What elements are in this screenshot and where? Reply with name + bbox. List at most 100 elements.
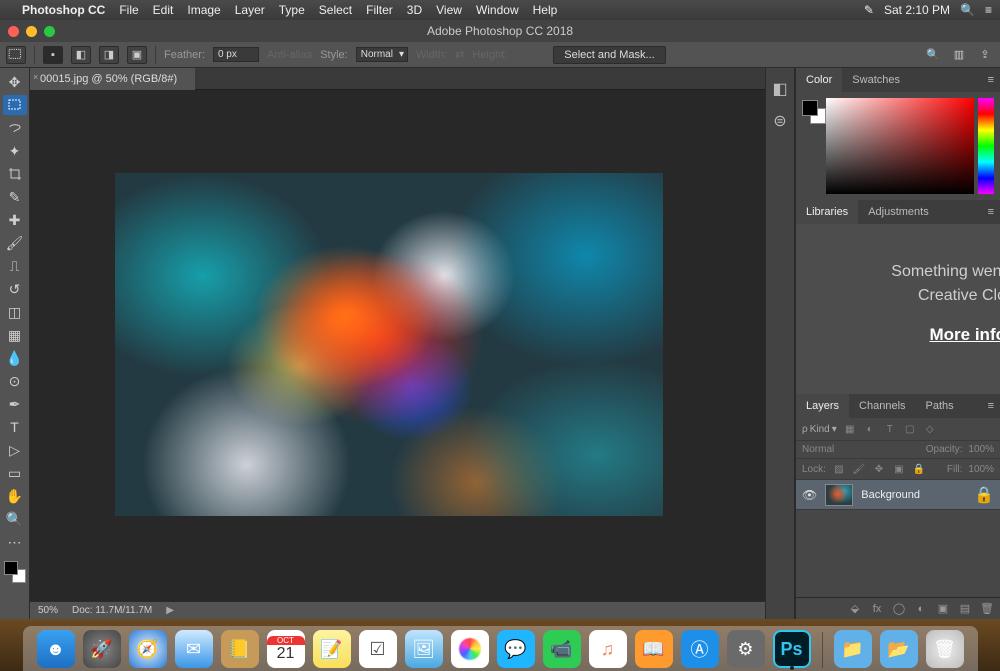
dock-contacts-icon[interactable]: 📒 xyxy=(221,630,259,668)
link-layers-icon[interactable]: ⬙ xyxy=(848,602,862,615)
dock-appstore-icon[interactable]: Ⓐ xyxy=(681,630,719,668)
tab-swatches[interactable]: Swatches xyxy=(842,68,910,92)
panel-menu-icon[interactable]: ≡ xyxy=(982,206,1000,218)
menu-file[interactable]: File xyxy=(119,3,138,17)
edit-toolbar-icon[interactable]: ⋯ xyxy=(3,532,27,552)
scribble-icon[interactable]: ✎ xyxy=(864,3,874,17)
menu-help[interactable]: Help xyxy=(533,3,558,17)
libraries-more-info-link[interactable]: More info xyxy=(891,322,1000,348)
search-icon[interactable]: 🔍 xyxy=(924,47,942,63)
blend-mode-select[interactable]: Normal xyxy=(802,444,834,455)
dock-launchpad-icon[interactable]: 🚀 xyxy=(83,630,121,668)
lock-transparent-icon[interactable]: ▨ xyxy=(832,462,846,476)
delete-layer-icon[interactable]: 🗑 xyxy=(980,602,994,615)
menu-view[interactable]: View xyxy=(436,3,462,17)
doc-size[interactable]: Doc: 11.7M/11.7M xyxy=(72,605,152,616)
adjustment-layer-icon[interactable]: ◐ xyxy=(914,603,928,615)
dock-ibooks-icon[interactable]: 📖 xyxy=(635,630,673,668)
fill-value[interactable]: 100% xyxy=(968,464,994,475)
type-tool-icon[interactable]: T xyxy=(3,417,27,437)
gradient-tool-icon[interactable]: ▦ xyxy=(3,325,27,345)
lock-paint-icon[interactable]: 🖌 xyxy=(852,462,866,476)
visibility-toggle-icon[interactable]: 👁 xyxy=(802,488,817,502)
hand-tool-icon[interactable]: ✋ xyxy=(3,486,27,506)
filter-type-icon[interactable]: T xyxy=(883,422,897,436)
marquee-tool-icon[interactable] xyxy=(3,95,27,115)
menu-3d[interactable]: 3D xyxy=(407,3,422,17)
menu-type[interactable]: Type xyxy=(279,3,305,17)
dock-trash-icon[interactable]: 🗑 xyxy=(926,630,964,668)
close-tab-icon[interactable]: × xyxy=(33,72,38,82)
properties-panel-icon[interactable]: ⊜ xyxy=(770,112,790,130)
shape-tool-icon[interactable]: ▭ xyxy=(3,463,27,483)
window-zoom-button[interactable] xyxy=(44,26,55,37)
dodge-tool-icon[interactable]: ⊙ xyxy=(3,371,27,391)
pen-tool-icon[interactable]: ✒ xyxy=(3,394,27,414)
spotlight-icon[interactable]: 🔍 xyxy=(960,3,975,17)
tab-adjustments[interactable]: Adjustments xyxy=(858,200,939,224)
filter-adjust-icon[interactable]: ◐ xyxy=(863,422,877,436)
tab-color[interactable]: Color xyxy=(796,68,842,92)
stamp-tool-icon[interactable]: ⎍ xyxy=(3,256,27,276)
lasso-tool-icon[interactable] xyxy=(3,118,27,138)
new-selection-icon[interactable]: ▪ xyxy=(43,46,63,64)
healing-tool-icon[interactable]: ✚ xyxy=(3,210,27,230)
intersect-selection-icon[interactable]: ▣ xyxy=(127,46,147,64)
dock-documents-icon[interactable]: 📁 xyxy=(834,630,872,668)
lock-position-icon[interactable]: ✥ xyxy=(872,462,886,476)
dock-preferences-icon[interactable]: ⚙ xyxy=(727,630,765,668)
layer-fx-icon[interactable]: fx xyxy=(870,603,884,615)
group-icon[interactable]: ▣ xyxy=(936,602,950,615)
dock-downloads-icon[interactable]: 📂 xyxy=(880,630,918,668)
style-select[interactable]: Normal ▾ xyxy=(356,47,408,62)
brush-tool-icon[interactable]: 🖌 xyxy=(3,233,27,253)
foreground-background-swatch[interactable] xyxy=(4,561,26,583)
dock-photoshop-icon[interactable]: Ps xyxy=(773,630,811,668)
dock-messages-icon[interactable]: 💬 xyxy=(497,630,535,668)
tab-channels[interactable]: Channels xyxy=(849,394,915,418)
lock-artboard-icon[interactable]: ▣ xyxy=(892,462,906,476)
menu-image[interactable]: Image xyxy=(187,3,220,17)
magic-wand-tool-icon[interactable]: ✦ xyxy=(3,141,27,161)
canvas-area[interactable] xyxy=(30,90,765,601)
menu-select[interactable]: Select xyxy=(319,3,352,17)
dock-photos-icon[interactable] xyxy=(451,630,489,668)
eyedropper-tool-icon[interactable]: ✎ xyxy=(3,187,27,207)
subtract-selection-icon[interactable]: ◨ xyxy=(99,46,119,64)
filter-shape-icon[interactable]: ▢ xyxy=(903,422,917,436)
move-tool-icon[interactable]: ✥ xyxy=(3,72,27,92)
filter-pixel-icon[interactable]: ▦ xyxy=(843,422,857,436)
zoom-tool-icon[interactable]: 🔍 xyxy=(3,509,27,529)
tab-paths[interactable]: Paths xyxy=(916,394,964,418)
menu-edit[interactable]: Edit xyxy=(153,3,174,17)
dock-itunes-icon[interactable]: ♫ xyxy=(589,630,627,668)
filter-kind-select[interactable]: ρ Kind ▾ xyxy=(802,424,837,435)
dock-mail-icon[interactable]: ✉ xyxy=(175,630,213,668)
lock-all-icon[interactable]: 🔒 xyxy=(912,462,926,476)
window-minimize-button[interactable] xyxy=(26,26,37,37)
opacity-value[interactable]: 100% xyxy=(968,444,994,455)
dock-facetime-icon[interactable]: 📹 xyxy=(543,630,581,668)
add-selection-icon[interactable]: ◧ xyxy=(71,46,91,64)
panel-menu-icon[interactable]: ≡ xyxy=(982,400,1000,412)
layer-name[interactable]: Background xyxy=(861,489,966,501)
menu-layer[interactable]: Layer xyxy=(235,3,265,17)
layer-row[interactable]: 👁 Background 🔒 xyxy=(796,480,1000,510)
dock-notes-icon[interactable]: 📝 xyxy=(313,630,351,668)
status-flyout-icon[interactable]: ▶ xyxy=(166,605,174,616)
color-fgbg-swatch[interactable] xyxy=(796,92,826,200)
share-icon[interactable]: ⇪ xyxy=(976,47,994,63)
window-close-button[interactable] xyxy=(8,26,19,37)
feather-input[interactable] xyxy=(213,47,259,62)
select-and-mask-button[interactable]: Select and Mask... xyxy=(553,46,666,64)
filter-smart-icon[interactable]: ◇ xyxy=(923,422,937,436)
menu-window[interactable]: Window xyxy=(476,3,519,17)
app-menu[interactable]: Photoshop CC xyxy=(22,3,105,17)
menu-filter[interactable]: Filter xyxy=(366,3,393,17)
history-panel-icon[interactable]: ◧ xyxy=(770,80,790,98)
path-select-tool-icon[interactable]: ▷ xyxy=(3,440,27,460)
dock-finder-icon[interactable]: ☻ xyxy=(37,630,75,668)
history-brush-tool-icon[interactable]: ↺ xyxy=(3,279,27,299)
lock-icon[interactable]: 🔒 xyxy=(974,485,994,505)
document-tab[interactable]: × 00015.jpg @ 50% (RGB/8#) xyxy=(30,68,195,90)
